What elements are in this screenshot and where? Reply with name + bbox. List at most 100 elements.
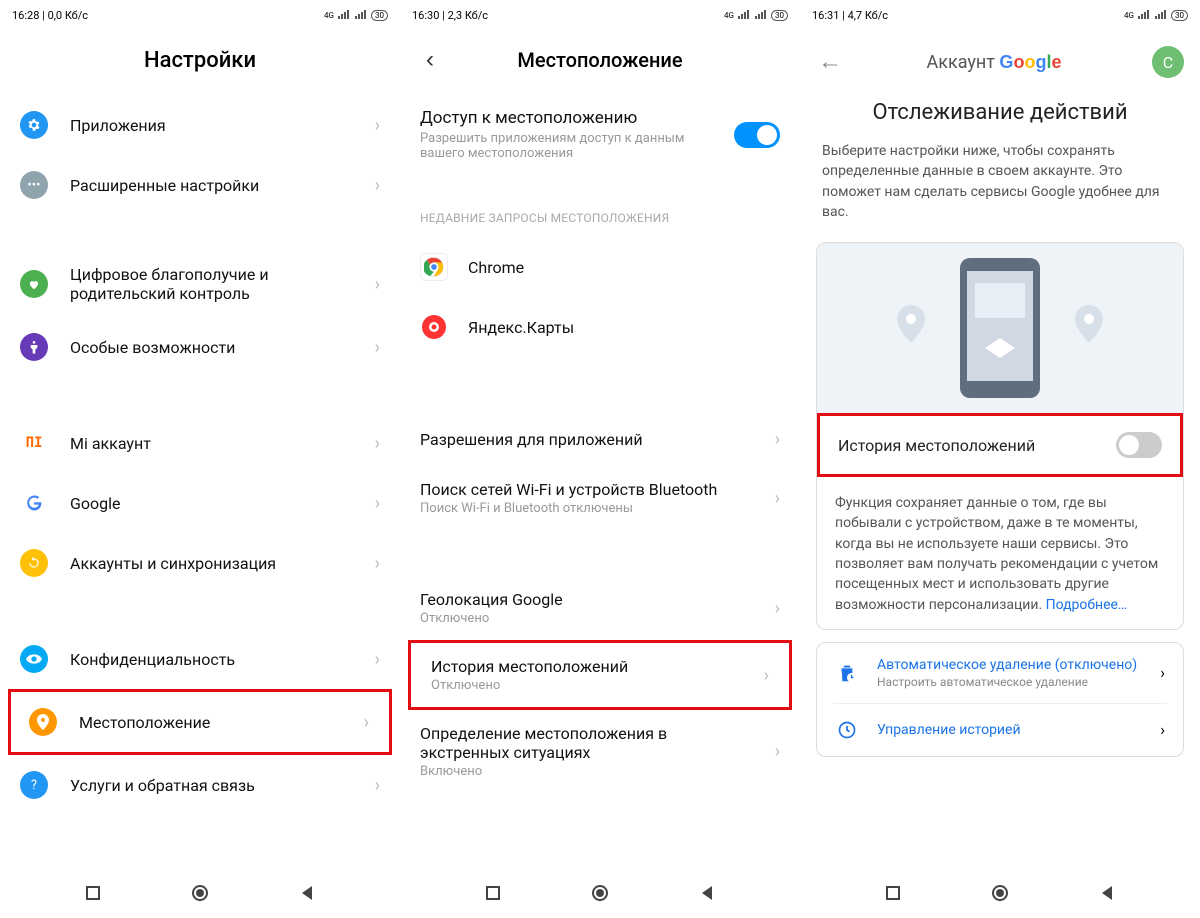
recent-app-chrome[interactable]: Chrome	[400, 237, 800, 297]
battery-icon: 30	[771, 10, 788, 21]
signal-icon-2	[354, 10, 368, 20]
header-title: Местоположение	[444, 48, 784, 72]
row-location[interactable]: Местоположение ›	[8, 689, 392, 755]
row-label: История местоположений	[431, 657, 756, 676]
nav-back[interactable]	[697, 883, 717, 903]
chevron-right-icon: ›	[375, 433, 380, 454]
row-wellbeing[interactable]: Цифровое благополучие иродительский конт…	[0, 251, 400, 317]
toggle-label: Доступ к местоположению	[420, 108, 720, 128]
status-bar: 16:31 | 4,7 Кб/с 4G 30	[800, 0, 1200, 30]
more-icon: •••	[20, 171, 48, 199]
row-sub: Отключено	[420, 611, 767, 626]
chevron-right-icon: ›	[375, 115, 380, 136]
row-privacy[interactable]: Конфиденциальность ›	[0, 629, 400, 689]
nav-recents[interactable]	[83, 883, 103, 903]
location-icon	[29, 708, 57, 736]
row-sub: Отключено	[431, 678, 756, 693]
toggle-sub: Разрешить приложениям доступ к данным ва…	[420, 131, 720, 161]
chevron-right-icon: ›	[375, 337, 380, 358]
row-manage-history[interactable]: Управление историей ›	[817, 704, 1183, 756]
net-label: 4G	[324, 11, 334, 20]
row-apps[interactable]: Приложения ›	[0, 95, 400, 155]
row-label: Определение местоположения вэкстренных с…	[420, 724, 767, 762]
nav-bar	[0, 868, 400, 918]
row-accounts-sync[interactable]: Аккаунты и синхронизация ›	[0, 533, 400, 593]
page-title: Настройки	[0, 30, 400, 95]
nav-bar	[400, 868, 800, 918]
row-google-geolocation[interactable]: Геолокация GoogleОтключено ›	[400, 576, 800, 640]
eye-icon	[20, 645, 48, 673]
row-label: Конфиденциальность	[70, 650, 367, 669]
row-emergency-location[interactable]: Определение местоположения вэкстренных с…	[400, 710, 800, 793]
back-button[interactable]: ‹	[416, 46, 444, 74]
row-feedback[interactable]: ? Услуги и обратная связь ›	[0, 755, 400, 815]
signal-icon	[737, 10, 751, 20]
row-mi-account[interactable]: ΠI Mi аккаунт ›	[0, 413, 400, 473]
row-label: Особые возможности	[70, 338, 367, 357]
status-time: 16:31	[812, 9, 839, 22]
card-body-text: Функция сохраняет данные о том, где вы п…	[817, 477, 1183, 619]
chevron-right-icon: ›	[764, 665, 769, 686]
nav-recents[interactable]	[883, 883, 903, 903]
row-label: Расширенные настройки	[70, 176, 367, 195]
chrome-icon	[420, 253, 448, 281]
chevron-right-icon: ›	[364, 712, 369, 733]
row-label: Google	[70, 494, 367, 513]
page-description: Выберите настройки ниже, чтобы сохранять…	[800, 141, 1200, 242]
signal-icon-2	[1154, 10, 1168, 20]
chevron-right-icon: ›	[375, 175, 380, 196]
status-bar: 16:30 | 2,3 Кб/с 4G 30	[400, 0, 800, 30]
illustration	[817, 243, 1183, 413]
chevron-right-icon: ›	[775, 741, 780, 762]
status-speed: 2,3 Кб/с	[448, 9, 489, 22]
nav-home[interactable]	[590, 883, 610, 903]
location-history-card: История местоположений Функция сохраняет…	[816, 242, 1184, 630]
nav-back[interactable]	[1097, 883, 1117, 903]
app-label: Chrome	[468, 258, 524, 277]
battery-icon: 30	[1171, 10, 1188, 21]
chevron-right-icon: ›	[775, 598, 780, 619]
row-wifi-bluetooth[interactable]: Поиск сетей Wi-Fi и устройств Bluetooth П…	[400, 466, 800, 530]
recent-app-yandex[interactable]: Яндекс.Карты	[400, 297, 800, 357]
card-options: Автоматическое удаление (отключено)Настр…	[816, 642, 1184, 757]
row-sub: Поиск Wi-Fi и Bluetooth отключены	[420, 501, 767, 516]
nav-home[interactable]	[190, 883, 210, 903]
app-label: Яндекс.Карты	[468, 318, 574, 337]
toggle-switch-off[interactable]	[1116, 432, 1162, 458]
nav-recents[interactable]	[483, 883, 503, 903]
row-location-history[interactable]: История местоположений Отключено ›	[408, 640, 792, 710]
nav-back[interactable]	[297, 883, 317, 903]
google-icon	[20, 489, 48, 517]
page-title: Отслеживание действий	[800, 88, 1200, 141]
row-google[interactable]: Google ›	[0, 473, 400, 533]
row-accessibility[interactable]: Особые возможности ›	[0, 317, 400, 377]
row-app-permissions[interactable]: Разрешения для приложений ›	[400, 413, 800, 466]
chevron-right-icon: ›	[375, 775, 380, 796]
back-button[interactable]: ←	[816, 48, 844, 76]
row-label: Местоположение	[79, 713, 356, 732]
row-auto-delete[interactable]: Автоматическое удаление (отключено)Настр…	[817, 643, 1183, 703]
yandex-maps-icon	[420, 313, 448, 341]
avatar[interactable]: С	[1152, 46, 1184, 78]
net-label: 4G	[1124, 11, 1134, 20]
row-label: Аккаунты и синхронизация	[70, 554, 367, 573]
toggle-switch-on[interactable]	[734, 122, 780, 148]
google-account-screen: 16:31 | 4,7 Кб/с 4G 30 ← Аккаунт Google …	[800, 0, 1200, 918]
header-title: Аккаунт Google	[844, 52, 1144, 73]
location-history-toggle[interactable]: История местоположений	[817, 413, 1183, 477]
row-label: Поиск сетей Wi-Fi и устройств Bluetooth	[420, 480, 767, 499]
row-sub: Настроить автоматическое удаление	[877, 675, 1160, 689]
nav-home[interactable]	[990, 883, 1010, 903]
learn-more-link[interactable]: Подробнее…	[1046, 597, 1128, 613]
apps-icon	[20, 111, 48, 139]
location-access-toggle[interactable]: Доступ к местоположению Разрешить прилож…	[400, 92, 800, 167]
location-screen: 16:30 | 2,3 Кб/с 4G 30 ‹ Местоположение …	[400, 0, 800, 918]
row-sub: Включено	[420, 764, 767, 779]
chevron-right-icon: ›	[375, 553, 380, 574]
chevron-right-icon: ›	[1160, 720, 1165, 739]
row-advanced[interactable]: ••• Расширенные настройки ›	[0, 155, 400, 215]
status-speed: 4,7 Кб/с	[848, 9, 889, 22]
screen-header: ← Аккаунт Google С	[800, 30, 1200, 88]
section-header: НЕДАВНИЕ ЗАПРОСЫ МЕСТОПОЛОЖЕНИЯ	[400, 203, 800, 237]
row-label: Mi аккаунт	[70, 434, 367, 453]
